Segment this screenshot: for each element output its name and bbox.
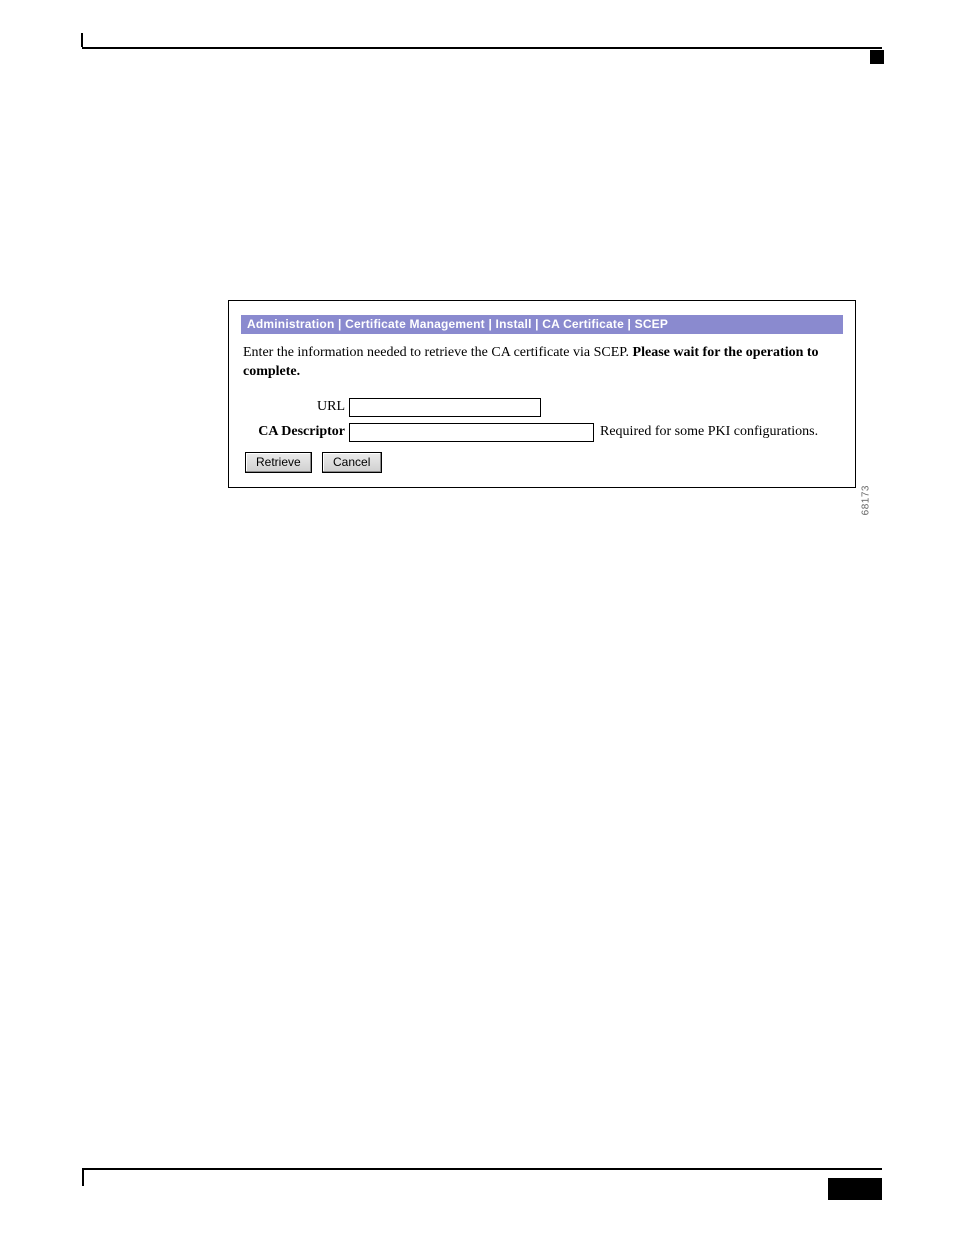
page-top-rule (82, 47, 882, 49)
button-row: Retrieve Cancel (241, 452, 843, 473)
url-label: URL (243, 399, 349, 415)
retrieve-button[interactable]: Retrieve (245, 452, 312, 473)
breadcrumb-part: Install (496, 317, 532, 331)
breadcrumb-sep: | (488, 317, 495, 331)
breadcrumb: Administration | Certificate Management … (241, 315, 843, 334)
page-bottom-rule (82, 1168, 882, 1170)
figure-id: 68173 (860, 485, 871, 515)
crop-mark-bottom-left (82, 1170, 84, 1186)
page-number-bar (828, 1178, 882, 1200)
breadcrumb-part: Certificate Management (345, 317, 485, 331)
scep-panel: Administration | Certificate Management … (228, 300, 856, 488)
ca-descriptor-hint: Required for some PKI configurations. (600, 424, 818, 440)
ca-descriptor-label: CA Descriptor (243, 424, 349, 440)
breadcrumb-part: Administration (247, 317, 334, 331)
crop-mark-top-right (870, 50, 884, 64)
url-input[interactable] (349, 398, 541, 417)
intro-lead: Enter the information needed to retrieve… (243, 345, 633, 360)
intro-text: Enter the information needed to retrieve… (243, 344, 841, 382)
url-row: URL (241, 398, 843, 417)
ca-descriptor-row: CA Descriptor Required for some PKI conf… (241, 423, 843, 442)
breadcrumb-sep: | (628, 317, 635, 331)
crop-mark-top-left (81, 33, 83, 47)
ca-descriptor-input[interactable] (349, 423, 594, 442)
breadcrumb-part: CA Certificate (542, 317, 624, 331)
breadcrumb-part: SCEP (635, 317, 668, 331)
cancel-button[interactable]: Cancel (322, 452, 382, 473)
